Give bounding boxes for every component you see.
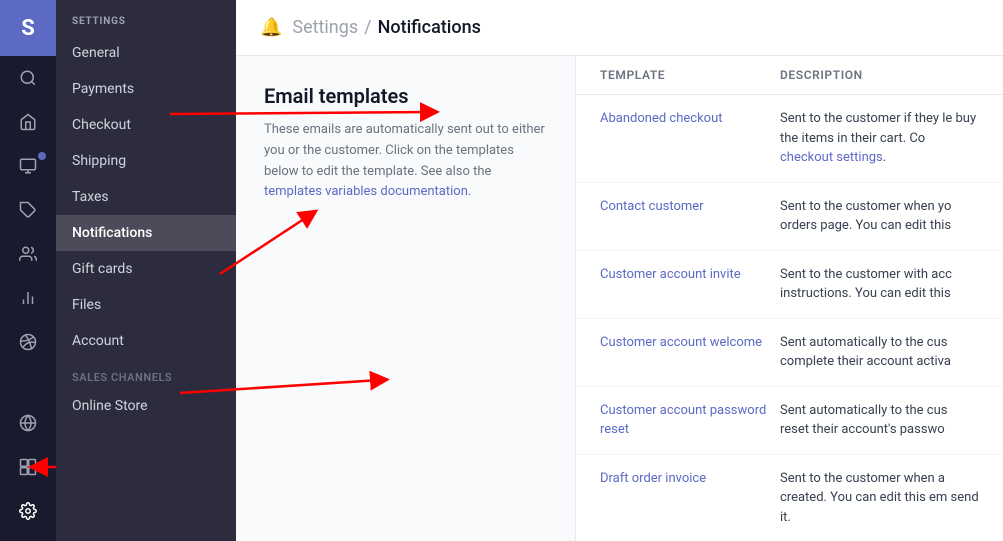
sidebar-icon-orders[interactable] bbox=[0, 144, 56, 188]
template-link-account-invite[interactable]: Customer account invite bbox=[600, 265, 780, 304]
sidebar-icon-settings[interactable] bbox=[0, 489, 56, 533]
description-account-invite: Sent to the customer with acc instructio… bbox=[780, 265, 979, 304]
sidebar-icon-apps[interactable] bbox=[0, 445, 56, 489]
bell-icon: 🔔 bbox=[260, 17, 282, 38]
email-templates-title: Email templates bbox=[264, 84, 547, 108]
sidebar-item-payments[interactable]: Payments bbox=[56, 71, 236, 107]
description-account-welcome: Sent automatically to the cus complete t… bbox=[780, 333, 979, 372]
template-link-password-reset[interactable]: Customer account password reset bbox=[600, 401, 780, 440]
sidebar-section-sales-channels: Sales channels bbox=[56, 359, 236, 388]
icon-bar-bottom bbox=[0, 401, 56, 541]
shopify-logo[interactable]: S bbox=[0, 0, 56, 56]
template-link-contact-customer[interactable]: Contact customer bbox=[600, 197, 780, 236]
column-description: Description bbox=[780, 68, 979, 82]
sidebar-icon-marketing[interactable] bbox=[0, 320, 56, 364]
sidebar-item-checkout[interactable]: Checkout bbox=[56, 107, 236, 143]
table-row: Customer account welcome Sent automatica… bbox=[576, 319, 1003, 387]
main-content: 🔔 Settings / Notifications Email templat… bbox=[236, 0, 1003, 541]
sidebar-icon-analytics[interactable] bbox=[0, 276, 56, 320]
template-link-account-welcome[interactable]: Customer account welcome bbox=[600, 333, 780, 372]
sidebar-icon-globe[interactable] bbox=[0, 401, 56, 445]
table-row: Contact customer Sent to the customer wh… bbox=[576, 183, 1003, 251]
column-template: Template bbox=[600, 68, 780, 82]
description-password-reset: Sent automatically to the cus reset thei… bbox=[780, 401, 979, 440]
page-title: Notifications bbox=[378, 17, 481, 38]
sidebar-item-general[interactable]: General bbox=[56, 35, 236, 71]
templates-table: Template Description Abandoned checkout … bbox=[576, 56, 1003, 541]
icon-bar: S bbox=[0, 0, 56, 541]
sidebar-item-shipping[interactable]: Shipping bbox=[56, 143, 236, 179]
table-row: Abandoned checkout Sent to the customer … bbox=[576, 95, 1003, 183]
email-templates-description: These emails are automatically sent out … bbox=[264, 120, 547, 203]
description-abandoned-checkout: Sent to the customer if they le buy the … bbox=[780, 109, 979, 168]
checkout-settings-link[interactable]: checkout settings bbox=[780, 150, 883, 165]
template-link-abandoned-checkout[interactable]: Abandoned checkout bbox=[600, 109, 780, 168]
sidebar-icon-products[interactable] bbox=[0, 188, 56, 232]
table-row: Customer account invite Sent to the cust… bbox=[576, 251, 1003, 319]
sidebar: SETTINGS General Payments Checkout Shipp… bbox=[56, 0, 236, 541]
table-header: Template Description bbox=[576, 56, 1003, 95]
sidebar-icon-search[interactable] bbox=[0, 56, 56, 100]
table-row: Customer account password reset Sent aut… bbox=[576, 387, 1003, 455]
sidebar-icon-home[interactable] bbox=[0, 100, 56, 144]
email-templates-panel: Email templates These emails are automat… bbox=[236, 56, 576, 541]
sidebar-item-taxes[interactable]: Taxes bbox=[56, 179, 236, 215]
top-bar: 🔔 Settings / Notifications bbox=[236, 0, 1003, 56]
sidebar-header: SETTINGS bbox=[56, 0, 236, 35]
description-contact-customer: Sent to the customer when yo orders page… bbox=[780, 197, 979, 236]
breadcrumb-separator: / bbox=[364, 17, 371, 38]
settings-breadcrumb[interactable]: Settings bbox=[292, 17, 358, 38]
content-area: Email templates These emails are automat… bbox=[236, 56, 1003, 541]
sidebar-item-account[interactable]: Account bbox=[56, 323, 236, 359]
template-link-draft-order[interactable]: Draft order invoice bbox=[600, 469, 780, 528]
sidebar-item-files[interactable]: Files bbox=[56, 287, 236, 323]
table-row: Draft order invoice Sent to the customer… bbox=[576, 455, 1003, 541]
sidebar-icon-customers[interactable] bbox=[0, 232, 56, 276]
sidebar-item-gift-cards[interactable]: Gift cards bbox=[56, 251, 236, 287]
sidebar-item-online-store[interactable]: Online Store bbox=[56, 388, 236, 424]
sidebar-item-notifications[interactable]: Notifications bbox=[56, 215, 236, 251]
description-draft-order: Sent to the customer when a created. You… bbox=[780, 469, 979, 528]
templates-variables-link[interactable]: templates variables documentation bbox=[264, 184, 468, 199]
